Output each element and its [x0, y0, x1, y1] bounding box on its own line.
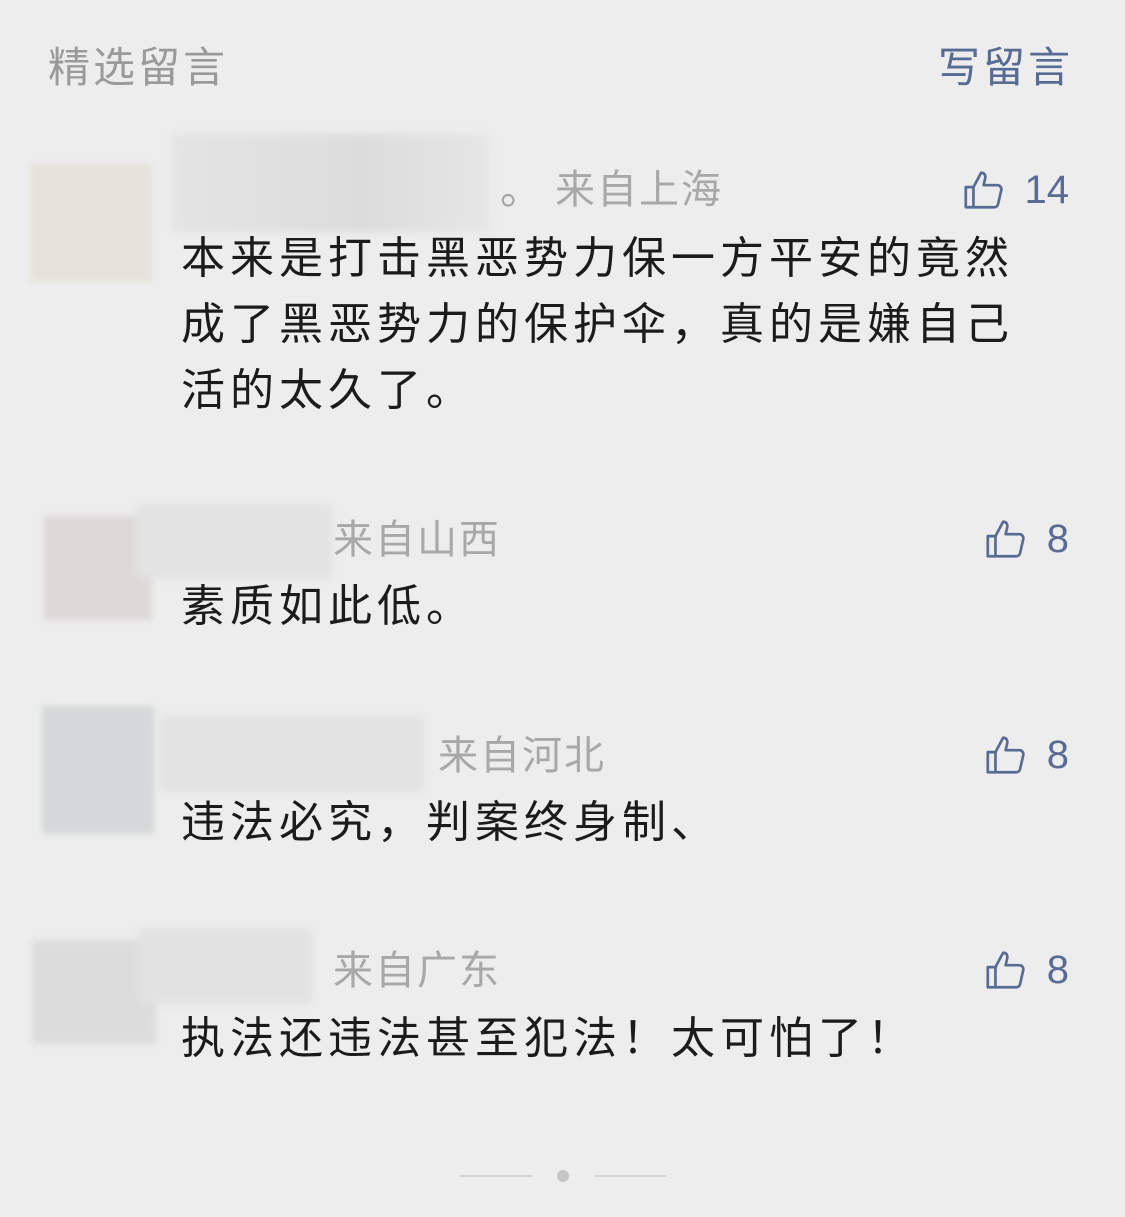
location-label: 来自上海 — [555, 167, 723, 213]
username-blurred[interactable] — [136, 504, 332, 578]
location-label: 来自山西 — [333, 517, 501, 563]
username-suffix: 。 — [500, 165, 543, 214]
location-label: 来自河北 — [438, 733, 606, 779]
like-button[interactable]: 8 — [983, 727, 1069, 783]
location-label: 来自广东 — [333, 948, 501, 994]
comment-text: 本来是打击黑恶势力保一方平安的竟然 成了黑恶势力的保护伞，真的是嫌自己 活的太久… — [181, 233, 1014, 416]
comment-text: 素质如此低。 — [181, 581, 475, 632]
avatar[interactable] — [30, 164, 152, 282]
username-blurred[interactable] — [172, 134, 490, 232]
thumbs-up-icon — [961, 167, 1007, 213]
username-blurred[interactable] — [138, 928, 312, 1004]
thumbs-up-icon — [983, 732, 1029, 778]
comment-text: 执法还违法甚至犯法！太可怕了！ — [181, 1013, 916, 1064]
loading-indicator — [0, 1166, 1125, 1186]
loading-dot — [557, 1170, 569, 1182]
comment-text: 违法必究，判案终身制、 — [181, 797, 720, 848]
like-button[interactable]: 8 — [983, 942, 1069, 998]
avatar[interactable] — [42, 706, 154, 834]
like-button[interactable]: 8 — [983, 511, 1069, 567]
section-title: 精选留言 — [48, 43, 229, 92]
like-button[interactable]: 14 — [961, 162, 1070, 218]
username-blurred[interactable] — [160, 716, 424, 792]
like-count: 8 — [1046, 733, 1069, 777]
like-count: 8 — [1046, 517, 1069, 561]
thumbs-up-icon — [983, 516, 1029, 562]
like-count: 14 — [1024, 168, 1070, 212]
write-comment-link[interactable]: 写留言 — [938, 40, 1073, 96]
divider-line-right — [594, 1175, 666, 1177]
like-count: 8 — [1046, 948, 1069, 992]
thumbs-up-icon — [983, 947, 1029, 993]
divider-line-left — [460, 1175, 532, 1177]
